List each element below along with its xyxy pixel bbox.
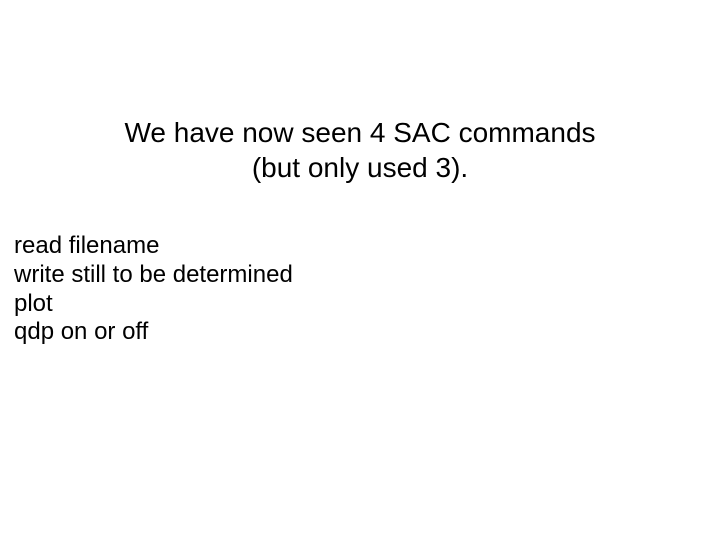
- slide-title: We have now seen 4 SAC commands (but onl…: [0, 115, 720, 185]
- command-qdp: qdp on or off: [14, 318, 293, 347]
- commands-list: read filename write still to be determin…: [14, 232, 293, 347]
- command-write: write still to be determined: [14, 261, 293, 290]
- title-line-1: We have now seen 4 SAC commands: [0, 115, 720, 150]
- command-read: read filename: [14, 232, 293, 261]
- title-line-2: (but only used 3).: [0, 150, 720, 185]
- command-plot: plot: [14, 290, 293, 319]
